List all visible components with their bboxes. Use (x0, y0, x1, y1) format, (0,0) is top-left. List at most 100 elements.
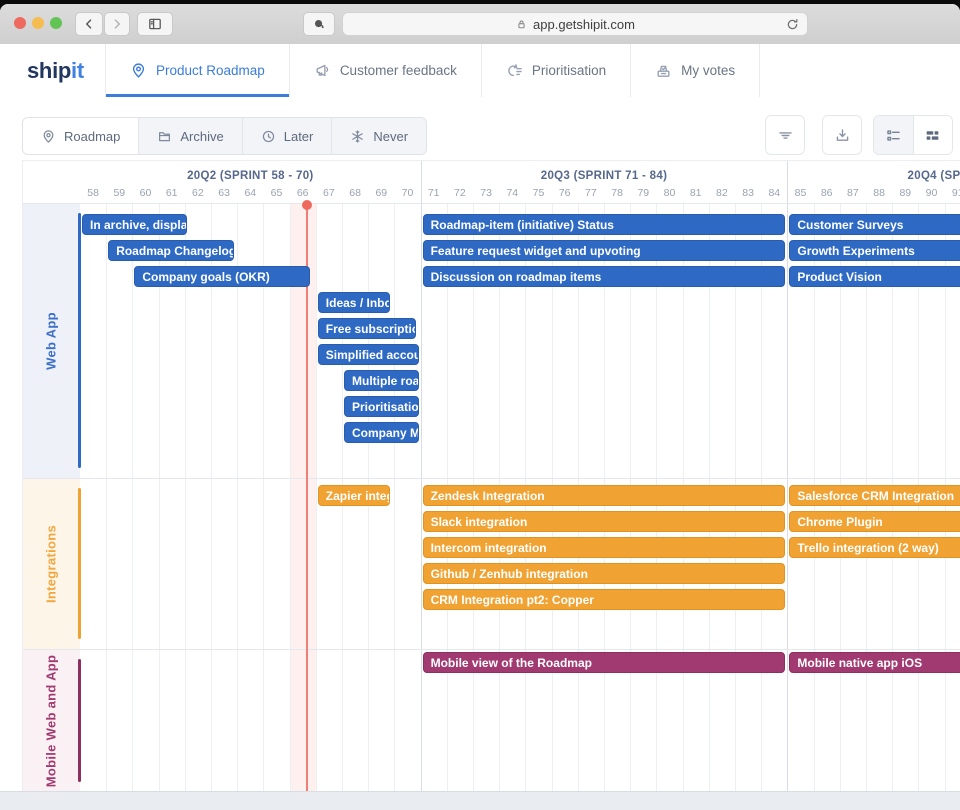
filter-roadmap[interactable]: Roadmap (23, 118, 139, 154)
roadmap-bar-simplified-accou[interactable]: Simplified accou (318, 344, 419, 365)
quarter-label: 20Q4 (SPRINT 85 - 98) (787, 170, 960, 182)
quarter-label: 20Q2 (SPRINT 58 - 70) (80, 170, 421, 182)
grid-column-line (159, 203, 160, 791)
chevron-right-icon (110, 17, 124, 31)
sprint-tick: 69 (368, 187, 394, 199)
shipit-logo[interactable]: shipit (27, 44, 84, 97)
sprint-tick: 90 (918, 187, 944, 199)
roadmap-bar-free-subscription[interactable]: Free subscription (318, 318, 416, 339)
filter-later[interactable]: Later (243, 118, 333, 154)
tab-customer-feedback[interactable]: Customer feedback (290, 44, 482, 97)
sprint-tick: 58 (80, 187, 106, 199)
address-bar[interactable]: app.getshipit.com (342, 12, 808, 36)
roadmap-bar-ideas-inbo[interactable]: Ideas / Inbo (318, 292, 390, 313)
reload-icon[interactable] (785, 17, 800, 32)
tab-my-votes[interactable]: My votes (631, 44, 760, 97)
roadmap-bar-in-archive-displa[interactable]: In archive, displa (82, 214, 187, 235)
roadmap-bar-mobile-view-of-the-roadmap[interactable]: Mobile view of the Roadmap (423, 652, 786, 673)
sprint-tick: 60 (132, 187, 158, 199)
list-view-button[interactable] (874, 116, 914, 154)
roadmap-bar-product-vision[interactable]: Product Vision (789, 266, 960, 287)
browser-chrome: app.getshipit.com (0, 4, 960, 45)
roadmap-bar-growth-experiments[interactable]: Growth Experiments (789, 240, 960, 261)
grid-column-line (185, 203, 186, 791)
roadmap-bar-chrome-plugin[interactable]: Chrome Plugin (789, 511, 960, 532)
sprint-tick: 72 (447, 187, 473, 199)
sidebar-toggle-button[interactable] (137, 12, 173, 36)
grid-column-line (394, 203, 395, 791)
sprint-tick: 82 (709, 187, 735, 199)
sprint-tick: 87 (840, 187, 866, 199)
forward-button[interactable] (104, 12, 130, 36)
lane-accent-line (78, 213, 81, 468)
sprint-tick: 79 (630, 187, 656, 199)
roadmap-bar-zapier-integ[interactable]: Zapier integ (318, 485, 390, 506)
roadmap-bar-zendesk-integration[interactable]: Zendesk Integration (423, 485, 786, 506)
roadmap-bar-discussion-on-roadmap-items[interactable]: Discussion on roadmap items (423, 266, 786, 287)
pin-icon (41, 129, 56, 144)
grid-column-line (106, 203, 107, 791)
filter-button[interactable] (765, 115, 805, 155)
roadmap-bar-prioritisatio[interactable]: Prioritisatio (344, 396, 419, 417)
prioritise-icon (506, 62, 523, 79)
chevron-left-icon (82, 17, 96, 31)
board-icon (924, 127, 941, 144)
filter-archive[interactable]: Archive (139, 118, 242, 154)
sprint-tick: 88 (866, 187, 892, 199)
roadmap-bar-intercom-integration[interactable]: Intercom integration (423, 537, 786, 558)
zoom-window-button[interactable] (50, 17, 62, 29)
roadmap-bar-roadmap-item-initiative-status[interactable]: Roadmap-item (initiative) Status (423, 214, 786, 235)
sprint-tick: 81 (683, 187, 709, 199)
current-sprint-dot (302, 200, 312, 210)
sprint-tick: 59 (106, 187, 132, 199)
roadmap-bar-feature-request-widget-and-upvoting[interactable]: Feature request widget and upvoting (423, 240, 786, 261)
board-view-button[interactable] (914, 116, 953, 154)
tab-label: Product Roadmap (156, 63, 265, 78)
filter-never[interactable]: Never (332, 118, 426, 154)
sprint-tick: 61 (159, 187, 185, 199)
clock-icon (261, 129, 276, 144)
sprint-tick: 64 (237, 187, 263, 199)
roadmap-toolbar: Roadmap Archive Later Never (0, 97, 960, 160)
minimize-window-button[interactable] (32, 17, 44, 29)
roadmap-bar-salesforce-crm-integration[interactable]: Salesforce CRM Integration (789, 485, 960, 506)
roadmap-bar-trello-integration-2-way[interactable]: Trello integration (2 way) (789, 537, 960, 558)
roadmap-bar-slack-integration[interactable]: Slack integration (423, 511, 786, 532)
tab-prioritisation[interactable]: Prioritisation (482, 44, 631, 97)
filter-label: Roadmap (64, 129, 120, 144)
roadmap-bar-roadmap-changelog[interactable]: Roadmap Changelog (108, 240, 234, 261)
roadmap-bar-github-zenhub-integration[interactable]: Github / Zenhub integration (423, 563, 786, 584)
list-icon (885, 127, 902, 144)
evernote-extension-button[interactable] (303, 12, 335, 36)
view-toggle (873, 115, 953, 155)
megaphone-icon (314, 62, 331, 79)
grid-column-line (263, 203, 264, 791)
horizontal-scrollbar-track[interactable] (0, 791, 960, 810)
url-text: app.getshipit.com (533, 17, 635, 32)
close-window-button[interactable] (14, 17, 26, 29)
lane-mobile-web-and-app-sidebar: Mobile Web and App (23, 649, 80, 791)
sprint-tick: 70 (394, 187, 420, 199)
roadmap-bar-multiple-roa[interactable]: Multiple roa (344, 370, 419, 391)
filter-label: Archive (180, 129, 223, 144)
roadmap-bar-customer-surveys[interactable]: Customer Surveys (789, 214, 960, 235)
grid-column-line (316, 203, 317, 791)
tab-label: Customer feedback (340, 63, 457, 78)
grid-column-line (132, 203, 133, 791)
lane-integrations-sidebar: Integrations (23, 478, 80, 649)
roadmap-bar-company-goals-okr[interactable]: Company goals (OKR) (134, 266, 309, 287)
roadmap-bar-crm-integration-pt2-copper[interactable]: CRM Integration pt2: Copper (423, 589, 786, 610)
app-nav: shipit Product Roadmap Customer feedback P… (0, 44, 960, 98)
sprint-tick: 76 (552, 187, 578, 199)
sidebar-icon (147, 16, 163, 32)
lane-accent-line (78, 488, 81, 639)
roadmap-bar-company-m[interactable]: Company M (344, 422, 419, 443)
tab-label: My votes (681, 63, 735, 78)
back-button[interactable] (75, 12, 103, 36)
sprint-tick: 85 (787, 187, 813, 199)
filter-label: Never (373, 129, 408, 144)
roadmap-bar-mobile-native-app-ios[interactable]: Mobile native app iOS (789, 652, 960, 673)
download-button[interactable] (822, 115, 862, 155)
sprint-tick: 75 (525, 187, 551, 199)
tab-product-roadmap[interactable]: Product Roadmap (105, 44, 290, 97)
